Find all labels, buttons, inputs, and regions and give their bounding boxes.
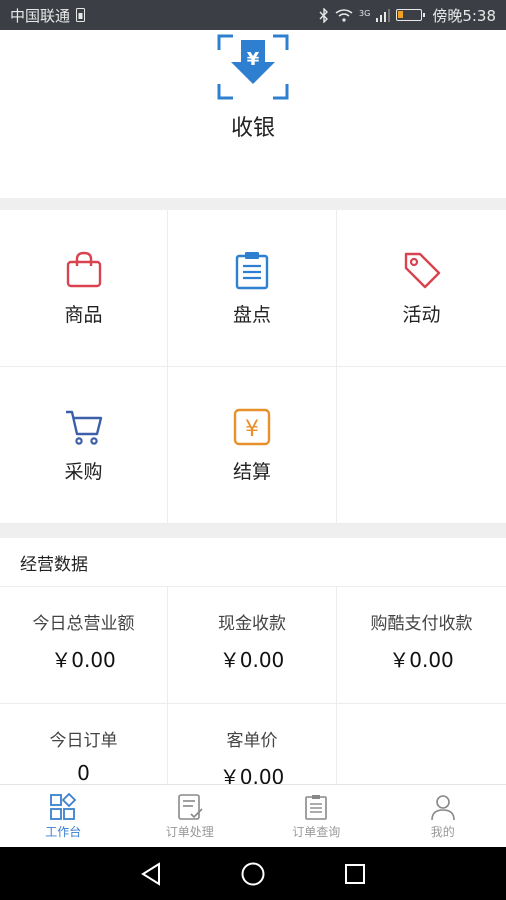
tab-order-query[interactable]: 订单查询 <box>253 785 380 847</box>
tab-label: 订单查询 <box>292 824 341 839</box>
stat-label: 客单价 <box>226 731 278 751</box>
stat-value: ￥0.00 <box>219 648 285 672</box>
bag-icon <box>66 251 101 287</box>
status-bar: 中国联通 3G 傍晚5:38 <box>0 0 506 30</box>
stat-label: 购酷支付收款 <box>370 614 473 634</box>
home-button[interactable] <box>238 859 268 889</box>
battery-icon <box>396 9 426 21</box>
stat-today-revenue[interactable]: 今日总营业额 ￥0.00 <box>0 587 168 704</box>
wifi-icon <box>335 8 353 22</box>
menu-item-label: 活动 <box>402 303 441 326</box>
yen-box-icon: ¥ <box>233 408 271 445</box>
svg-text:¥: ¥ <box>247 49 260 70</box>
section-divider <box>0 198 506 210</box>
stat-label: 现金收款 <box>218 614 286 634</box>
clock: 傍晚5:38 <box>432 6 496 25</box>
menu-item-empty <box>337 367 506 524</box>
home-icon <box>241 862 265 885</box>
status-left: 中国联通 <box>10 5 86 26</box>
back-icon <box>141 861 160 886</box>
recents-button[interactable] <box>340 859 370 889</box>
section-divider <box>0 524 506 538</box>
menu-item-label: 结算 <box>232 460 271 483</box>
menu-item-goods[interactable]: 商品 <box>0 210 168 367</box>
tab-label: 订单处理 <box>165 824 214 839</box>
menu-item-label: 采购 <box>64 460 103 483</box>
profile-icon <box>430 794 455 820</box>
menu-item-label: 盘点 <box>232 303 271 326</box>
yen-download-scan-icon: ¥ <box>217 34 289 100</box>
tab-label: 我的 <box>430 824 455 839</box>
tab-order-process[interactable]: 订单处理 <box>127 785 254 847</box>
menu-item-purchase[interactable]: 采购 <box>0 367 168 524</box>
menu-item-inventory[interactable]: 盘点 <box>168 210 337 367</box>
carrier-label: 中国联通 <box>10 6 71 25</box>
menu-item-settlement[interactable]: ¥ 结算 <box>168 367 337 524</box>
bluetooth-icon <box>319 7 329 23</box>
order-query-icon <box>305 794 328 820</box>
bottom-tab-bar: 工作台 订单处理 订单查询 我的 <box>0 784 506 847</box>
signal-icon <box>376 8 391 22</box>
tab-label: 工作台 <box>45 824 82 839</box>
svg-text:¥: ¥ <box>245 417 259 442</box>
tag-icon <box>404 252 440 288</box>
status-right: 3G 傍晚5:38 <box>319 5 496 26</box>
order-process-icon <box>177 793 203 820</box>
cashier-label: 收银 <box>230 116 275 141</box>
stat-label: 今日总营业额 <box>32 614 135 634</box>
cashier-entry[interactable]: ¥ 收银 <box>0 30 506 198</box>
stat-value: ￥0.00 <box>389 648 454 672</box>
tab-workbench[interactable]: 工作台 <box>0 785 127 847</box>
stat-value: ￥0.00 <box>51 648 116 672</box>
stat-value: 0 <box>77 761 90 785</box>
business-data-title: 经营数据 <box>0 538 506 587</box>
recents-icon <box>345 863 365 884</box>
workbench-icon <box>50 792 77 820</box>
stat-online-payment[interactable]: 购酷支付收款 ￥0.00 <box>337 587 506 704</box>
menu-item-label: 商品 <box>64 303 103 326</box>
back-button[interactable] <box>136 859 166 889</box>
cart-icon <box>65 410 102 445</box>
sim-icon <box>76 8 86 22</box>
system-nav-bar <box>0 847 506 900</box>
clipboard-icon <box>235 251 269 289</box>
network-type: 3G <box>359 8 371 18</box>
stat-label: 今日订单 <box>49 731 118 751</box>
tab-mine[interactable]: 我的 <box>380 785 506 847</box>
function-grid: 商品 盘点 活动 采购 ¥ 结算 <box>0 210 506 524</box>
stat-cash-received[interactable]: 现金收款 ￥0.00 <box>168 587 337 704</box>
menu-item-promotion[interactable]: 活动 <box>337 210 506 367</box>
